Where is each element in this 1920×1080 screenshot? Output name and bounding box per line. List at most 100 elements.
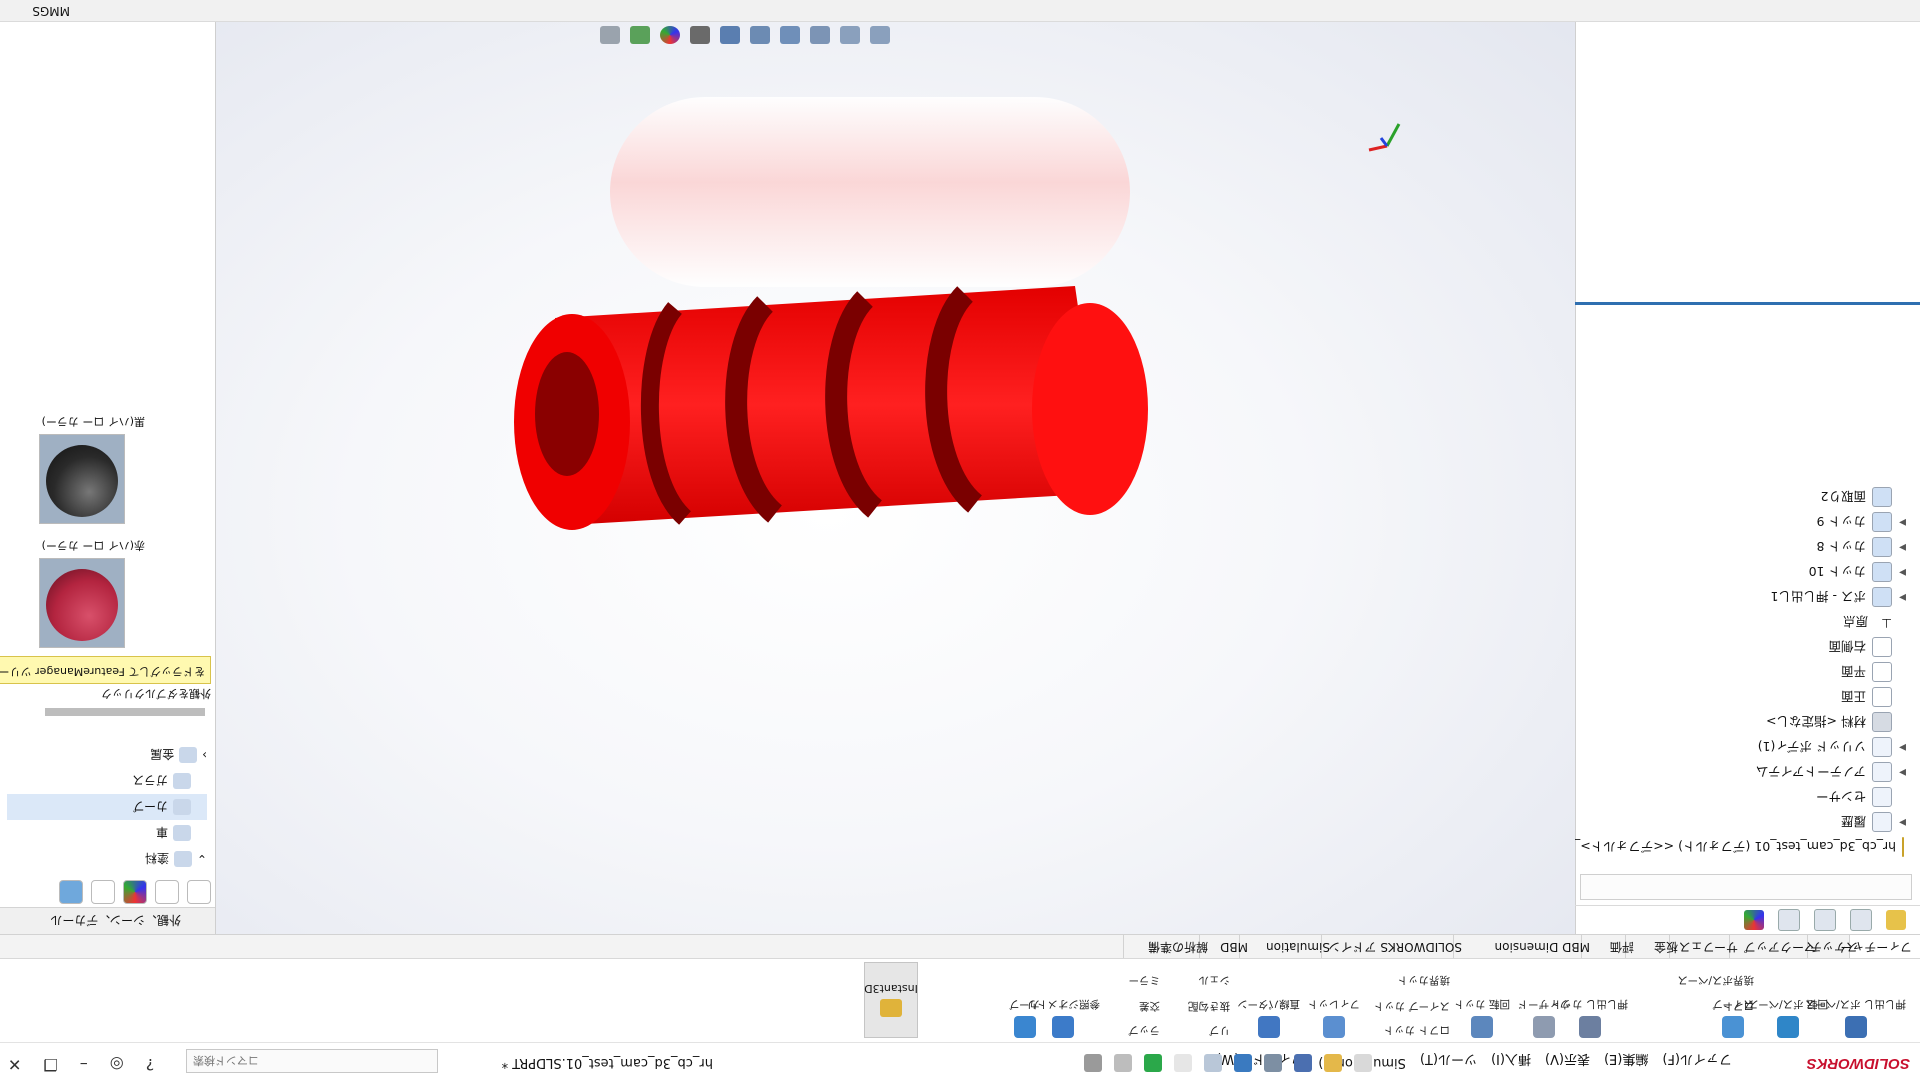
help-icon[interactable]: ? — [146, 1055, 155, 1074]
appearance-tree-item[interactable]: ガラス — [7, 768, 207, 794]
display-style-icon[interactable] — [720, 26, 740, 44]
feature-tree-tab-icon[interactable] — [1886, 910, 1906, 930]
print-icon[interactable] — [1264, 1054, 1282, 1072]
expand-arrow-icon[interactable]: ▶ — [1894, 743, 1906, 753]
boundary-boss-command[interactable]: 境界ボス/ベース — [1677, 973, 1754, 988]
display-manager-tab-icon[interactable] — [1744, 910, 1764, 930]
fillet-command[interactable]: フィレット — [1308, 997, 1360, 1038]
file-properties-icon[interactable] — [1114, 1054, 1132, 1072]
expand-arrow-icon[interactable]: ▶ — [1894, 593, 1906, 603]
model-canvas[interactable] — [216, 0, 1575, 934]
task-pane-splitter[interactable] — [45, 708, 205, 716]
ghost-body[interactable] — [610, 97, 1130, 287]
expand-arrow-icon[interactable]: ▶ — [1894, 818, 1906, 828]
panel-divider[interactable] — [1575, 302, 1920, 305]
cam-part[interactable] — [514, 286, 1148, 530]
tree-item-cut10[interactable]: ▶ カット 10 — [1586, 560, 1906, 585]
sweep-cut-command[interactable]: スイープ カット — [1374, 999, 1450, 1014]
wrap-command[interactable]: ラップ — [1129, 1023, 1161, 1038]
draft-command[interactable]: 抜き勾配 — [1188, 999, 1230, 1014]
tree-item-chamfer2[interactable]: 面取り2 — [1586, 485, 1906, 510]
tree-item-cut8[interactable]: ▶ カット 8 — [1586, 535, 1906, 560]
expand-arrow-icon[interactable]: ▶ — [1894, 568, 1906, 578]
tree-item-top-plane[interactable]: 平面 — [1586, 660, 1906, 685]
mirror-command[interactable]: ミラー — [1129, 973, 1161, 988]
material-swatch-black[interactable] — [39, 434, 125, 524]
tree-item-material[interactable]: 材料 <指定なし> — [1586, 710, 1906, 735]
material-swatch-red[interactable] — [39, 558, 125, 648]
appearance-tree-item[interactable]: ⌄ 塗料 — [7, 846, 207, 872]
save-icon[interactable] — [1294, 1054, 1312, 1072]
property-manager-tab-icon[interactable] — [1850, 909, 1872, 931]
forward-icon[interactable] — [155, 880, 179, 904]
menu-view[interactable]: 表示(V) — [1545, 1051, 1590, 1070]
curves-command[interactable]: カーブ — [1009, 997, 1040, 1038]
redo-icon[interactable] — [1204, 1054, 1222, 1072]
tree-item-boss-extrude1[interactable]: ▶ ボス - 押し出し1 — [1586, 585, 1906, 610]
configuration-manager-tab-icon[interactable] — [1814, 909, 1836, 931]
revolve-cut-command[interactable]: 回転 カット — [1454, 997, 1510, 1038]
command-search-input[interactable]: コマンド検索 — [186, 1049, 438, 1073]
expand-arrow-icon[interactable]: ▶ — [1894, 543, 1906, 553]
restore-button[interactable]: ❐ — [43, 1055, 57, 1074]
tree-item-sensors[interactable]: センサー — [1586, 785, 1906, 810]
tree-root[interactable]: hr_cb_3d_cam_test_01 (デフォルト) <<デフォルト>_表示… — [1502, 835, 1906, 860]
menu-edit[interactable]: 編集(E) — [1604, 1051, 1648, 1070]
view-settings-icon[interactable] — [600, 26, 620, 44]
tree-item-right-plane[interactable]: 右側面 — [1586, 635, 1906, 660]
loft-cut-command[interactable]: ロフト カット — [1384, 1023, 1450, 1038]
appearance-tree-item[interactable]: › 金属 — [7, 742, 207, 768]
tab-solidworks-addins[interactable]: SOLIDWORKS アドイン — [1321, 935, 1470, 958]
undo-icon[interactable] — [1234, 1054, 1252, 1072]
tree-item-annotations[interactable]: ▶ アノテートアイテム — [1586, 760, 1906, 785]
hide-show-icon[interactable] — [690, 26, 710, 44]
menu-tools[interactable]: ツール(T) — [1420, 1051, 1477, 1070]
appearance-icon[interactable] — [123, 880, 147, 904]
linear-pattern-command[interactable]: 直線パターン — [1238, 997, 1300, 1038]
close-button[interactable]: ✕ — [8, 1055, 21, 1074]
feature-tree-filter-input[interactable] — [1580, 874, 1912, 900]
command-tabs: フィーチャー スケッチ マークアップ サーフェス 板金 評価 MBD Dimen… — [0, 934, 1920, 958]
expand-arrow-icon[interactable]: ▶ — [1894, 518, 1906, 528]
loft-command[interactable]: ロフト — [1723, 999, 1755, 1014]
section-view-icon[interactable] — [780, 26, 800, 44]
refresh-icon[interactable] — [59, 880, 83, 904]
previous-view-icon[interactable] — [810, 26, 830, 44]
tab-mbd-dimension[interactable]: MBD Dimension — [1453, 935, 1598, 958]
hole-wizard-command[interactable]: ウィザード — [1518, 997, 1570, 1038]
new-document-icon[interactable] — [1354, 1054, 1372, 1072]
tree-item-cut9[interactable]: ▶ カット 9 — [1586, 510, 1906, 535]
zoom-to-fit-icon[interactable] — [870, 26, 890, 44]
intersect-command[interactable]: 交差 — [1139, 999, 1160, 1014]
view-orientation-icon[interactable] — [750, 26, 770, 44]
menu-file[interactable]: ファイル(F) — [1662, 1051, 1732, 1070]
graphics-viewport[interactable] — [216, 0, 1575, 934]
tab-analysis-prep[interactable]: 解析の準備 — [1123, 935, 1216, 958]
instant3d-button[interactable]: Instant3D — [864, 962, 918, 1038]
shell-command[interactable]: シェル — [1199, 973, 1231, 988]
open-document-icon[interactable] — [1324, 1054, 1342, 1072]
tree-item-front-plane[interactable]: 正面 — [1586, 685, 1906, 710]
select-icon[interactable] — [1174, 1054, 1192, 1072]
appearance-tree-item[interactable]: カーブ — [7, 794, 207, 820]
expand-arrow-icon[interactable]: ▶ — [1894, 768, 1906, 778]
options-gear-icon[interactable] — [1084, 1054, 1102, 1072]
tree-item-solid-bodies[interactable]: ▶ ソリッド ボディ(1) — [1586, 735, 1906, 760]
units-label[interactable]: MMGS — [32, 4, 70, 18]
tree-item-origin[interactable]: ⊥ 原点 — [1586, 610, 1906, 635]
revolve-boss-command[interactable]: 回転 ボス/ベース — [1748, 997, 1828, 1038]
boundary-cut-command[interactable]: 境界カット — [1398, 973, 1451, 988]
dimxpert-tab-icon[interactable] — [1778, 909, 1800, 931]
minimize-button[interactable]: – — [80, 1055, 88, 1074]
apply-scene-icon[interactable] — [630, 26, 650, 44]
tree-item-history[interactable]: ▶ 履歴 — [1586, 810, 1906, 835]
back-icon[interactable] — [187, 880, 211, 904]
user-icon[interactable]: ◎ — [110, 1055, 124, 1074]
appearance-tree-item[interactable]: 車 — [7, 820, 207, 846]
menu-insert[interactable]: 挿入(I) — [1491, 1051, 1531, 1070]
zoom-area-icon[interactable] — [840, 26, 860, 44]
document-icon[interactable] — [91, 880, 115, 904]
rebuild-icon[interactable] — [1144, 1054, 1162, 1072]
rib-command[interactable]: リブ — [1209, 1023, 1230, 1038]
edit-appearance-icon[interactable] — [660, 26, 680, 44]
